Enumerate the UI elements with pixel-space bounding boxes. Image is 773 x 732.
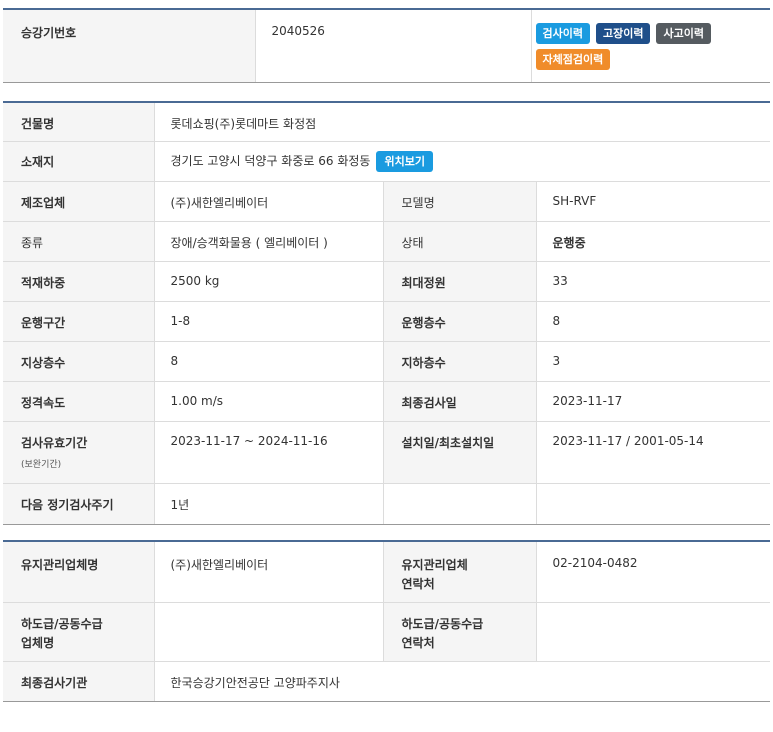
address-cell: 경기도 고양시 덕양구 화중로 66 화정동 위치보기 [153, 141, 770, 182]
self-check-history-button[interactable]: 자체점검이력 [535, 49, 611, 70]
inspection-cycle-value: 1년 [153, 483, 383, 525]
load-value: 2500 kg [153, 261, 383, 302]
subcontractor-contact-value [535, 602, 770, 662]
install-date-value: 2023-11-17 / 2001-05-14 [535, 421, 770, 484]
details-table: 건물명 롯데쇼핑(주)롯데마트 화정점 소재지 경기도 고양시 덕양구 화중로 … [3, 101, 770, 525]
maintenance-company-label: 유지관리업체명 [3, 541, 154, 603]
inspection-history-button[interactable]: 검사이력 [535, 23, 590, 44]
load-label: 적재하중 [3, 261, 154, 302]
speed-label: 정격속도 [3, 381, 154, 422]
last-inspection-value: 2023-11-17 [535, 381, 770, 422]
maintenance-contact-label-line2: 연락처 [401, 577, 435, 591]
empty-cell [382, 483, 536, 525]
subcontractor-contact-label-line2: 연락처 [401, 635, 435, 650]
model-label: 모델명 [382, 181, 536, 222]
type-label: 종류 [3, 221, 154, 262]
status-label: 상태 [382, 221, 536, 262]
maintenance-contact-label: 유지관리업체 연락처 [382, 541, 536, 603]
subcontractor-label-line2: 업체명 [21, 635, 55, 650]
subcontractor-label-line1: 하도급/공동수급 [21, 616, 103, 631]
speed-value: 1.00 m/s [153, 381, 383, 422]
below-floors-label: 지하층수 [382, 341, 536, 382]
maintenance-company-value: (주)새한엘리베이터 [153, 541, 383, 603]
status-value: 운행중 [535, 221, 770, 262]
type-value: 장애/승객화물용 ( 엘리베이터 ) [153, 221, 383, 262]
floors-value: 8 [535, 301, 770, 342]
inspection-agency-label: 최종검사기관 [3, 661, 154, 702]
inspection-agency-value: 한국승강기안전공단 고양파주지사 [153, 661, 770, 702]
elevator-no-value: 2040526 [254, 9, 531, 83]
above-floors-label: 지상층수 [3, 341, 154, 382]
below-floors-value: 3 [535, 341, 770, 382]
capacity-value: 33 [535, 261, 770, 302]
empty-cell [535, 483, 770, 525]
model-value: SH-RVF [535, 181, 770, 222]
valid-period-value: 2023-11-17 ~ 2024-11-16 [153, 421, 383, 484]
floors-label: 운행층수 [382, 301, 536, 342]
install-date-label: 설치일/최초설치일 [382, 421, 536, 484]
maintenance-contact-label-line1: 유지관리업체 [401, 558, 468, 572]
maintenance-table: 유지관리업체명 (주)새한엘리베이터 유지관리업체 연락처 02-2104-04… [3, 540, 770, 702]
address-value: 경기도 고양시 덕양구 화중로 66 화정동 [170, 154, 371, 168]
manufacturer-label: 제조업체 [3, 181, 154, 222]
valid-period-cell: 검사유효기간 (보완기간) [3, 421, 154, 484]
location-button[interactable]: 위치보기 [376, 151, 433, 172]
above-floors-value: 8 [153, 341, 383, 382]
elevator-no-label: 승강기번호 [3, 9, 255, 83]
address-label: 소재지 [3, 141, 154, 182]
section-value: 1-8 [153, 301, 383, 342]
building-label: 건물명 [3, 101, 154, 142]
valid-period-sub: (보완기간) [21, 460, 62, 470]
manufacturer-value: (주)새한엘리베이터 [153, 181, 383, 222]
capacity-label: 최대정원 [382, 261, 536, 302]
maintenance-contact-value: 02-2104-0482 [535, 541, 770, 603]
failure-history-button[interactable]: 고장이력 [595, 23, 651, 44]
subcontractor-contact-label-line1: 하도급/공동수급 [401, 616, 484, 631]
inspection-cycle-label: 다음 정기검사주기 [3, 483, 154, 525]
section-label: 운행구간 [3, 301, 154, 342]
subcontractor-value [153, 602, 383, 662]
history-buttons: 검사이력 고장이력 사고이력 자체점검이력 [530, 9, 770, 83]
accident-history-button[interactable]: 사고이력 [656, 23, 711, 44]
subcontractor-contact-label: 하도급/공동수급 연락처 [382, 602, 536, 662]
building-value: 롯데쇼핑(주)롯데마트 화정점 [153, 101, 770, 142]
valid-period-label: 검사유효기간 [21, 436, 88, 450]
last-inspection-label: 최종검사일 [382, 381, 536, 422]
subcontractor-label: 하도급/공동수급 업체명 [3, 602, 154, 662]
summary-table: 승강기번호 2040526 검사이력 고장이력 사고이력 자체점검이력 [3, 8, 770, 83]
